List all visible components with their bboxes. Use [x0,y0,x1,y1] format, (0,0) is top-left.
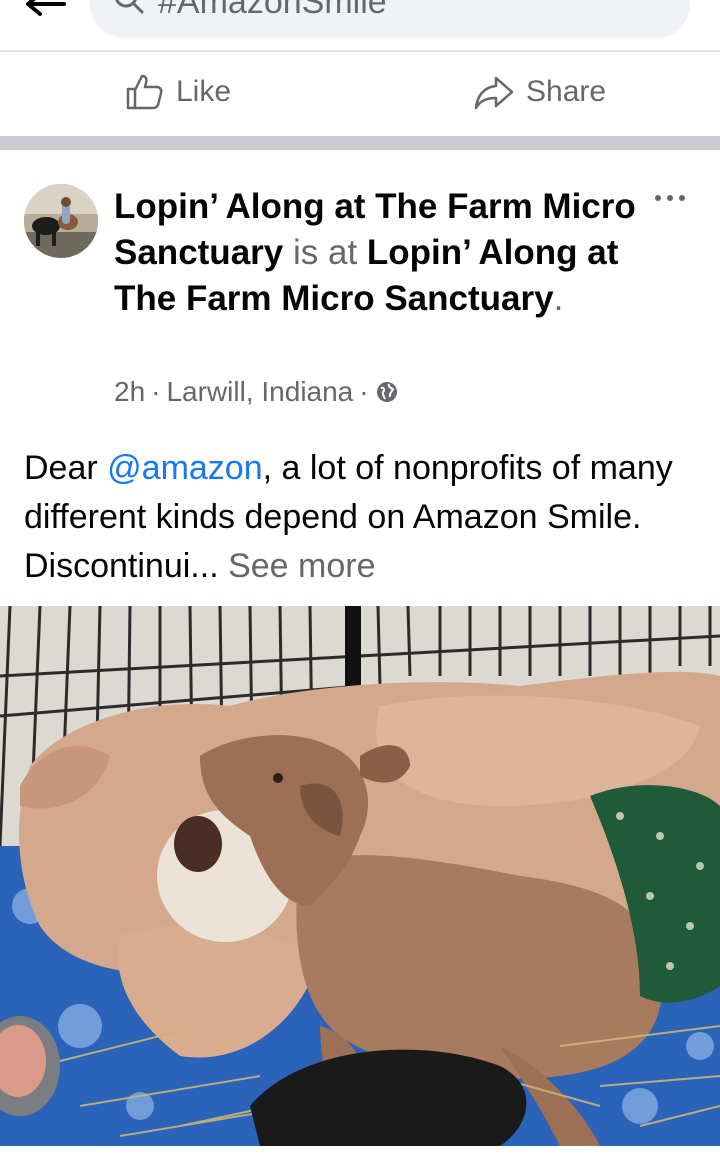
search-query[interactable]: #AmazonSmile [158,0,387,22]
more-options-icon[interactable] [650,190,690,206]
goat-on-teddy-bear-photo [0,606,720,1146]
top-search-bar: #AmazonSmile [0,0,720,52]
back-arrow-icon[interactable] [22,0,66,24]
search-icon [115,0,144,14]
thumbs-up-icon [126,74,163,110]
post-body: Dear @amazon, a lot of nonprofits of man… [24,444,704,591]
share-label: Share [526,75,607,108]
share-arrow-icon [474,76,514,110]
post-meta: 2h · Larwill, Indiana · [114,376,399,408]
amazon-mention-link[interactable]: @amazon [107,449,262,487]
share-button[interactable]: Share [474,64,606,120]
post-action-bar: Like Share [0,54,720,136]
globe-icon [376,382,397,402]
post-time[interactable]: 2h [114,376,145,408]
like-label: Like [176,75,232,108]
see-more-link[interactable]: See more [228,547,375,585]
avatar-photo [24,184,98,258]
feed-separator [0,136,720,150]
post-photo[interactable] [0,606,720,1146]
post-place[interactable]: Larwill, Indiana [166,376,353,408]
author-avatar[interactable] [24,184,98,258]
checkin-connector: is at [292,233,358,272]
like-button[interactable]: Like [124,64,231,120]
post-header: Lopin’ Along at The Farm Micro Sanctuary… [114,187,636,318]
body-prefix: Dear [24,449,108,487]
